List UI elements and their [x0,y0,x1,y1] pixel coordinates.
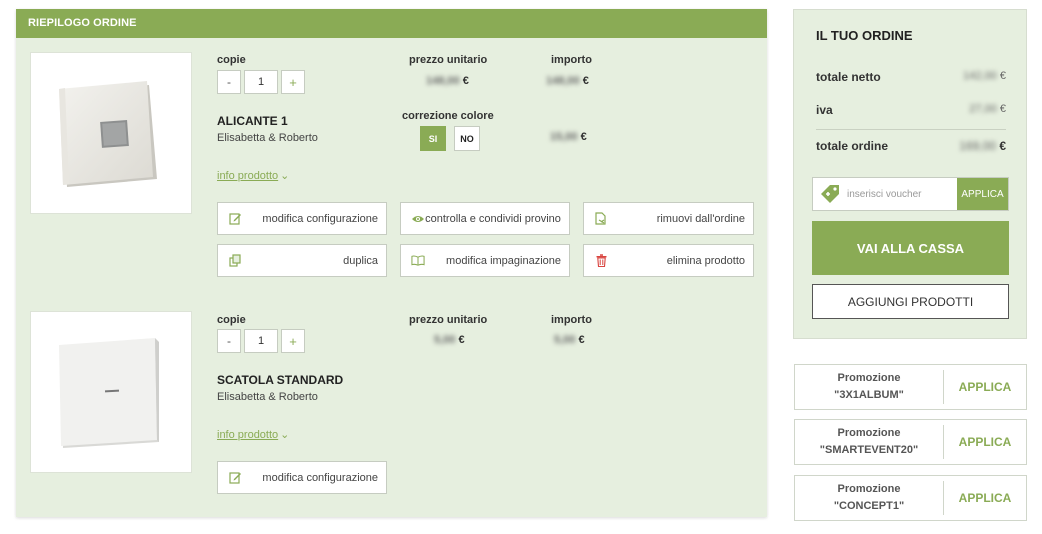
color-correction-amount: 15,00 € [550,131,587,143]
remove-doc-icon [594,212,608,226]
promotion-apply-button[interactable]: APPLICA [944,476,1026,520]
voucher-tag-icon [813,178,847,210]
order-summary-header: RIEPILOGO ORDINE [16,9,767,38]
duplicate-icon [228,254,242,268]
amount-value: 148,00 € [546,75,589,87]
delete-product-button[interactable]: elimina prodotto [583,244,754,277]
edit-icon [228,471,242,485]
copies-label: copie [217,314,246,326]
book-icon [411,254,425,268]
check-share-proof-button[interactable]: controlla e condividi provino [400,202,570,235]
trash-icon [594,254,608,268]
unit-price-label: prezzo unitario [409,54,488,66]
chevron-down-icon: ⌄ [280,429,290,441]
promotion-card: Promozione "3X1ALBUM" APPLICA [794,364,1027,410]
product-subtitle: Elisabetta & Roberto [217,391,318,403]
divider [816,129,1006,130]
quantity-stepper: - 1 + [217,329,305,353]
amount-value: 5,00 € [554,334,585,346]
info-product-link[interactable]: info prodotto ⌄ [217,169,289,182]
unit-price-label: prezzo unitario [409,314,488,326]
promotion-label: Promozione [837,372,901,384]
quantity-increase-button[interactable]: + [281,70,305,94]
info-product-link[interactable]: info prodotto ⌄ [217,428,289,441]
order-total-panel: IL TUO ORDINE totale netto 142,00 € iva … [793,9,1027,339]
vat-row: iva 27,00 € [816,103,1006,117]
unit-price-value: 148,00 € [426,75,469,87]
edit-layout-button[interactable]: modifica impaginazione [400,244,570,277]
voucher-input[interactable]: inserisci voucher [847,178,957,210]
promotion-card: Promozione "CONCEPT1" APPLICA [794,475,1027,521]
promotion-apply-button[interactable]: APPLICA [944,420,1026,464]
quantity-stepper: - 1 + [217,70,305,94]
remove-from-order-button[interactable]: rimuovi dall'ordine [583,202,754,235]
add-products-button[interactable]: AGGIUNGI PRODOTTI [812,284,1009,319]
quantity-decrease-button[interactable]: - [217,70,241,94]
product-subtitle: Elisabetta & Roberto [217,132,318,144]
voucher-field: inserisci voucher APPLICA [812,177,1009,211]
unit-price-value: 5,00 € [434,334,465,346]
checkout-button[interactable]: VAI ALLA CASSA [812,221,1009,275]
duplicate-button[interactable]: duplica [217,244,387,277]
color-correction-toggle: SI NO [420,126,480,151]
edit-configuration-button[interactable]: modifica configurazione [217,461,387,494]
promotion-code: "3X1ALBUM" [834,389,904,401]
promotion-label: Promozione [837,427,901,439]
edit-icon [228,212,242,226]
order-total-row: totale ordine 169,00 € [816,139,1006,153]
eye-icon [411,212,425,226]
net-total-row: totale netto 142,00 € [816,70,1006,84]
promotion-card: Promozione "SMARTEVENT20" APPLICA [794,419,1027,465]
promotion-apply-button[interactable]: APPLICA [944,365,1026,409]
order-summary-panel: RIEPILOGO ORDINE copie prezzo unitario i… [16,9,767,517]
voucher-apply-button[interactable]: APPLICA [957,178,1008,210]
chevron-down-icon: ⌄ [280,170,290,182]
color-correction-label: correzione colore [402,110,494,122]
copies-label: copie [217,54,246,66]
promotion-label: Promozione [837,483,901,495]
amount-label: importo [551,54,592,66]
quantity-decrease-button[interactable]: - [217,329,241,353]
promotion-code: "CONCEPT1" [833,500,905,512]
quantity-input[interactable]: 1 [244,329,278,353]
amount-label: importo [551,314,592,326]
product-name: ALICANTE 1 [217,114,288,128]
product-name: SCATOLA STANDARD [217,373,344,387]
promotion-code: "SMARTEVENT20" [819,444,919,456]
edit-configuration-button[interactable]: modifica configurazione [217,202,387,235]
color-correction-no-button[interactable]: NO [454,126,480,151]
color-correction-yes-button[interactable]: SI [420,126,446,151]
order-total-title: IL TUO ORDINE [816,28,913,43]
quantity-increase-button[interactable]: + [281,329,305,353]
quantity-input[interactable]: 1 [244,70,278,94]
product-image-scatola [30,311,192,473]
product-image-alicante [30,52,192,214]
